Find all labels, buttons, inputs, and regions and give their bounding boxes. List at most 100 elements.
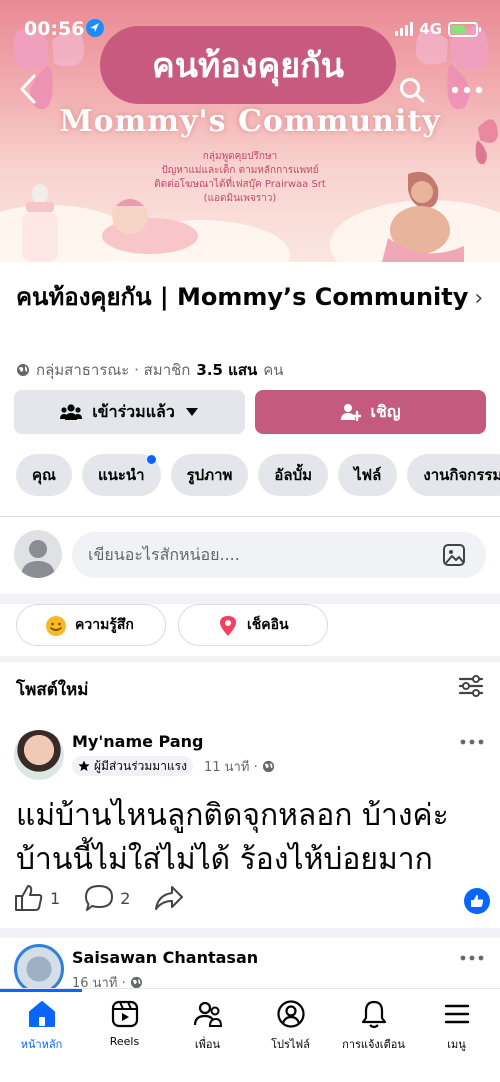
globe-icon <box>262 760 274 773</box>
default-avatar-icon <box>21 540 55 578</box>
home-icon <box>28 1001 55 1027</box>
post-author[interactable]: Saisawan Chantasan <box>72 948 258 967</box>
smiley-icon <box>46 616 66 636</box>
tab-home[interactable]: หน้าหลัก <box>0 999 83 1053</box>
friends-icon <box>193 1001 222 1027</box>
post-composer: เขียนอะไรสักหน่อย.... <box>0 520 500 594</box>
author-avatar[interactable] <box>14 730 64 780</box>
composer-placeholder: เขียนอะไรสักหน่อย.... <box>88 544 240 564</box>
thumbs-up-icon <box>15 885 43 911</box>
post-time-label: 11 นาที · <box>204 760 258 775</box>
group-privacy: กลุ่มสาธารณะ · สมาชิก <box>36 361 191 379</box>
tab-albums[interactable]: อัลบั้ม <box>258 454 329 496</box>
tab-notifications[interactable]: การแจ้งเตือน <box>332 999 415 1053</box>
status-bar: 00:56 4G <box>0 0 500 60</box>
invite-button-label: เชิญ <box>370 401 401 421</box>
tab-featured-label: แนะนำ <box>97 466 145 484</box>
bottom-tab-bar: หน้าหลัก Reels เพื่อน โปรไฟล์ การแจ้งเตื… <box>0 988 500 1082</box>
cover-info-line: (แอดมินเพจราว) <box>203 193 277 204</box>
tab-profile[interactable]: โปรไฟล์ <box>249 999 332 1053</box>
like-reaction-badge[interactable] <box>464 888 490 914</box>
user-avatar[interactable] <box>14 530 62 578</box>
add-person-icon <box>340 404 361 421</box>
post-more-icon[interactable] <box>460 738 484 746</box>
post-text[interactable]: แม่บ้านไหนลูกติดจุกหลอก บ้างค่ะ บ้านนี้ไ… <box>16 794 486 882</box>
globe-icon <box>17 364 29 376</box>
reels-icon <box>111 1000 138 1028</box>
share-button[interactable] <box>154 884 184 912</box>
active-tab-indicator <box>0 989 82 992</box>
tab-home-label: หน้าหลัก <box>20 1038 63 1051</box>
hamburger-menu-icon <box>444 1004 469 1024</box>
comment-icon <box>85 885 114 911</box>
caret-down-icon <box>185 408 198 416</box>
back-chevron-icon[interactable] <box>14 72 44 106</box>
tab-profile-label: โปรไฟล์ <box>271 1038 310 1051</box>
badge-label: ผู้มีส่วนร่วมมาแรง <box>94 758 187 773</box>
tab-photos[interactable]: รูปภาพ <box>170 454 249 496</box>
sort-filter-icon[interactable] <box>458 674 484 698</box>
divider <box>0 516 500 517</box>
network-type: 4G <box>419 20 442 38</box>
photo-icon[interactable] <box>442 543 466 567</box>
like-count: 1 <box>50 888 61 908</box>
post-author[interactable]: My'name Pang <box>72 732 203 751</box>
cover-info-text: กลุ่มพูดคุยปรึกษา ปัญหาแม่และเด็ก ตามหลั… <box>140 150 340 206</box>
post-more-icon[interactable] <box>460 954 484 962</box>
like-button[interactable]: 1 <box>14 884 60 912</box>
share-icon <box>155 886 184 910</box>
feeling-button[interactable]: ความรู้สึก <box>16 604 166 646</box>
profile-icon <box>276 1000 305 1028</box>
status-time: 00:56 <box>24 18 85 40</box>
cover-info-line: ปัญหาแม่และเด็ก ตามหลักการแพทย์ <box>161 165 319 176</box>
tab-menu[interactable]: เมนู <box>415 999 498 1053</box>
more-options-icon[interactable] <box>450 80 484 100</box>
tab-reels-label: Reels <box>109 1035 140 1048</box>
tab-notifications-label: การแจ้งเตือน <box>342 1038 405 1051</box>
new-posts-heading: โพสต์ใหม่ <box>16 680 89 700</box>
top-contributor-badge: ผู้มีส่วนร่วมมาแรง <box>72 756 193 776</box>
cover-info-line: กลุ่มพูดคุยปรึกษา <box>202 151 278 162</box>
group-name[interactable]: คนท้องคุยกัน | Mommy’s Community › <box>16 280 486 316</box>
author-avatar[interactable] <box>14 944 64 994</box>
comment-count: 2 <box>120 888 131 908</box>
checkin-label: เช็คอิน <box>247 617 289 633</box>
group-members-icon <box>60 404 83 420</box>
cover-info-line: ติดต่อโฆษณาได้ที่เฟสบุ๊ค Prairwaa Srt <box>154 179 326 190</box>
group-tabs: คุณ แนะนำ รูปภาพ อัลบั้ม ไฟล์ งานกิจกรรม <box>16 454 500 496</box>
tab-events[interactable]: งานกิจกรรม <box>407 454 500 496</box>
post-time: 11 นาที · <box>204 756 275 777</box>
chevron-right-icon[interactable]: › <box>474 286 483 311</box>
location-pin-icon <box>220 616 236 636</box>
cover-title-english: Mommy's Community <box>59 104 441 139</box>
notification-dot <box>146 455 156 464</box>
pregnant-woman-illustration <box>382 171 464 262</box>
tab-menu-label: เมนู <box>447 1038 466 1051</box>
tab-files[interactable]: ไฟล์ <box>338 454 398 496</box>
baby-bottle-image <box>22 184 58 262</box>
tab-reels[interactable]: Reels <box>83 999 166 1048</box>
tab-friends[interactable]: เพื่อน <box>166 999 249 1053</box>
joined-button-label: เข้าร่วมแล้ว <box>92 401 175 421</box>
joined-button[interactable]: เข้าร่วมแล้ว <box>14 390 245 434</box>
comment-button[interactable]: 2 <box>84 884 130 912</box>
tab-featured[interactable]: แนะนำ <box>81 454 161 496</box>
bell-icon <box>361 1000 386 1029</box>
invite-button[interactable]: เชิญ <box>255 390 486 434</box>
feeling-label: ความรู้สึก <box>75 617 134 633</box>
location-arrow-icon <box>86 19 104 37</box>
tab-friends-label: เพื่อน <box>194 1038 221 1051</box>
composer-input[interactable]: เขียนอะไรสักหน่อย.... <box>72 532 486 578</box>
group-meta: กลุ่มสาธารณะ · สมาชิก 3.5 แสน คน <box>16 358 284 382</box>
member-unit: คน <box>263 361 284 379</box>
star-icon <box>78 760 90 771</box>
feed-post: My'name Pang ผู้มีส่วนร่วมมาแรง 11 นาที … <box>0 718 500 928</box>
member-count: 3.5 แสน <box>196 361 258 379</box>
group-name-text[interactable]: คนท้องคุยกัน | Mommy’s Community <box>16 283 468 311</box>
like-reaction-icon <box>471 895 484 907</box>
checkin-button[interactable]: เช็คอิน <box>178 604 328 646</box>
section-gap <box>0 594 500 604</box>
tab-you[interactable]: คุณ <box>16 454 72 496</box>
group-cover: คนท้องคุยกัน Mommy's Community กลุ่มพูดค… <box>0 0 500 262</box>
search-icon[interactable] <box>398 76 426 104</box>
